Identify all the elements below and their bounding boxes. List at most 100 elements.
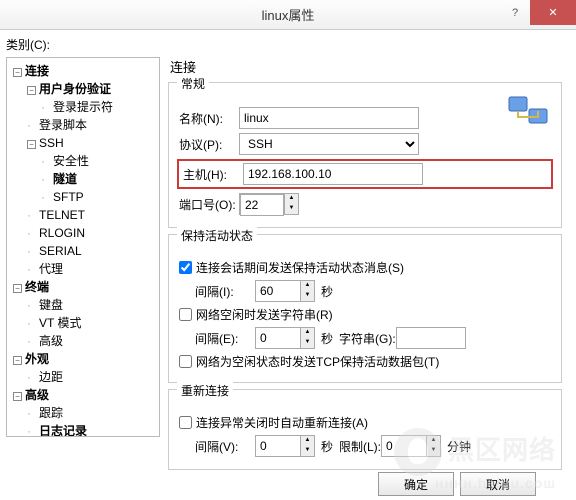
keepalive-msg-label: 连接会话期间发送保持活动状态消息(S) <box>196 259 404 276</box>
leaf-icon: · <box>41 152 50 170</box>
interval2-label: 间隔(E): <box>195 330 255 347</box>
collapse-icon[interactable]: − <box>27 140 36 149</box>
category-tree[interactable]: −连接 −用户身份验证 ·登录提示符 ·登录脚本 −SSH ·安全性 ·隧道 <box>6 57 160 437</box>
name-input[interactable] <box>239 107 419 129</box>
keepalive-legend: 保持活动状态 <box>177 227 257 244</box>
tcp-keepalive-label: 网络为空闲状态时发送TCP保持活动数据包(T) <box>196 353 439 370</box>
string-label: 字符串(G): <box>339 330 396 347</box>
general-legend: 常规 <box>177 75 209 92</box>
titlebar: linux属性 ? ✕ <box>0 0 576 30</box>
network-icon <box>507 93 551 129</box>
collapse-icon[interactable]: − <box>27 86 36 95</box>
tree-telnet[interactable]: ·TELNET <box>27 206 159 224</box>
host-label: 主机(H): <box>183 166 243 183</box>
tree-tunnel[interactable]: ·隧道 <box>41 170 159 188</box>
help-button[interactable]: ? <box>500 0 530 25</box>
spin-down-icon[interactable]: ▼ <box>427 446 440 456</box>
tree-vt-mode[interactable]: ·VT 模式 <box>27 314 159 332</box>
right-panel: 连接 常规 名称(N): 协议(P): SSH 主机(H): 端口号(O): <box>160 57 570 476</box>
spin-down-icon[interactable]: ▼ <box>301 338 314 348</box>
auto-reconnect-checkbox[interactable] <box>179 416 192 429</box>
section-title: 连接 <box>170 57 562 76</box>
collapse-icon[interactable]: − <box>13 356 22 365</box>
leaf-icon: · <box>27 116 36 134</box>
tree-trace[interactable]: ·跟踪 <box>27 404 159 422</box>
interval2-input[interactable] <box>256 328 300 348</box>
leaf-icon: · <box>27 224 36 242</box>
reconnect-group: 重新连接 连接异常关闭时自动重新连接(A) 间隔(V): ▲▼ 秒 限制(L):… <box>168 389 562 470</box>
body-area: − 连接 −用户身份验证 ·登录提示符 ·登录脚本 − SSH ·安全性 ·隧道 <box>0 57 576 476</box>
spin-up-icon[interactable]: ▲ <box>285 194 298 204</box>
general-group: 常规 名称(N): 协议(P): SSH 主机(H): 端口号(O): ▲▼ <box>168 82 562 228</box>
window-title: linux属性 <box>0 5 576 24</box>
tree-logging[interactable]: ·日志记录 <box>27 422 159 437</box>
spin-down-icon[interactable]: ▼ <box>301 446 314 456</box>
reconnect-limit-input[interactable] <box>382 436 426 456</box>
name-label: 名称(N): <box>179 110 239 127</box>
ok-button[interactable]: 确定 <box>378 472 454 496</box>
cancel-button[interactable]: 取消 <box>460 472 536 496</box>
idle-string-input[interactable] <box>396 327 466 349</box>
port-input[interactable] <box>240 194 284 216</box>
keepalive-group: 保持活动状态 连接会话期间发送保持活动状态消息(S) 间隔(I): ▲▼ 秒 网… <box>168 234 562 383</box>
reconnect-limit-spinner[interactable]: ▲▼ <box>381 435 441 457</box>
minute-unit: 分钟 <box>447 438 471 455</box>
spin-up-icon[interactable]: ▲ <box>301 281 314 291</box>
tree-adv-term[interactable]: ·高级 <box>27 332 159 350</box>
interval1-spinner[interactable]: ▲▼ <box>255 280 315 302</box>
host-row-highlight: 主机(H): <box>177 159 553 189</box>
leaf-icon: · <box>41 188 50 206</box>
collapse-icon[interactable]: − <box>13 68 22 77</box>
interval1-label: 间隔(I): <box>195 283 255 300</box>
tree-rlogin[interactable]: ·RLOGIN <box>27 224 159 242</box>
tree-login-script[interactable]: ·登录脚本 <box>27 116 159 134</box>
reconnect-interval-label: 间隔(V): <box>195 438 255 455</box>
leaf-icon: · <box>27 260 36 278</box>
leaf-icon: · <box>41 98 50 116</box>
collapse-icon[interactable]: − <box>13 392 22 401</box>
tree-user-auth[interactable]: −用户身份验证 ·登录提示符 <box>27 80 159 116</box>
tree-terminal[interactable]: −终端 ·键盘 ·VT 模式 ·高级 <box>13 278 159 350</box>
tree-proxy[interactable]: ·代理 <box>27 260 159 278</box>
tree-connection[interactable]: −连接 −用户身份验证 ·登录提示符 ·登录脚本 −SSH ·安全性 ·隧道 <box>13 62 159 278</box>
interval1-input[interactable] <box>256 281 300 301</box>
port-label: 端口号(O): <box>179 196 239 213</box>
interval2-spinner[interactable]: ▲▼ <box>255 327 315 349</box>
leaf-icon: · <box>41 170 50 188</box>
auto-reconnect-label: 连接异常关闭时自动重新连接(A) <box>196 414 368 431</box>
spin-up-icon[interactable]: ▲ <box>301 328 314 338</box>
idle-string-label: 网络空闲时发送字符串(R) <box>196 306 333 323</box>
tree-serial[interactable]: ·SERIAL <box>27 242 159 260</box>
leaf-icon: · <box>27 242 36 260</box>
protocol-select[interactable]: SSH <box>239 133 419 155</box>
spin-up-icon[interactable]: ▲ <box>427 436 440 446</box>
spin-down-icon[interactable]: ▼ <box>285 204 298 214</box>
close-button[interactable]: ✕ <box>530 0 576 25</box>
reconnect-interval-spinner[interactable]: ▲▼ <box>255 435 315 457</box>
reconnect-interval-input[interactable] <box>256 436 300 456</box>
tree-login-prompt[interactable]: ·登录提示符 <box>41 98 159 116</box>
tree-keyboard[interactable]: ·键盘 <box>27 296 159 314</box>
leaf-icon: · <box>27 404 36 422</box>
protocol-label: 协议(P): <box>179 136 239 153</box>
spin-up-icon[interactable]: ▲ <box>301 436 314 446</box>
tcp-keepalive-checkbox[interactable] <box>179 355 192 368</box>
collapse-icon[interactable]: − <box>13 284 22 293</box>
tree-margin[interactable]: ·边距 <box>27 368 159 386</box>
limit-label: 限制(L): <box>339 438 381 455</box>
category-label: 类别(C): <box>0 30 576 57</box>
leaf-icon: · <box>27 422 36 437</box>
tree-advanced[interactable]: −高级 ·跟踪 ·日志记录 ·ZMODEM <box>13 386 159 437</box>
port-spinner[interactable]: ▲▼ <box>239 193 299 215</box>
keepalive-msg-checkbox[interactable] <box>179 261 192 274</box>
spin-down-icon[interactable]: ▼ <box>301 291 314 301</box>
tree-appearance[interactable]: −外观 ·边距 <box>13 350 159 386</box>
tree-security[interactable]: ·安全性 <box>41 152 159 170</box>
idle-string-checkbox[interactable] <box>179 308 192 321</box>
sec-unit: 秒 <box>321 283 333 300</box>
tree-ssh[interactable]: −SSH ·安全性 ·隧道 ·SFTP <box>27 134 159 206</box>
dialog-buttons: 确定 取消 <box>378 472 536 496</box>
tree-sftp[interactable]: ·SFTP <box>41 188 159 206</box>
sec-unit: 秒 <box>321 330 333 347</box>
host-input[interactable] <box>243 163 423 185</box>
